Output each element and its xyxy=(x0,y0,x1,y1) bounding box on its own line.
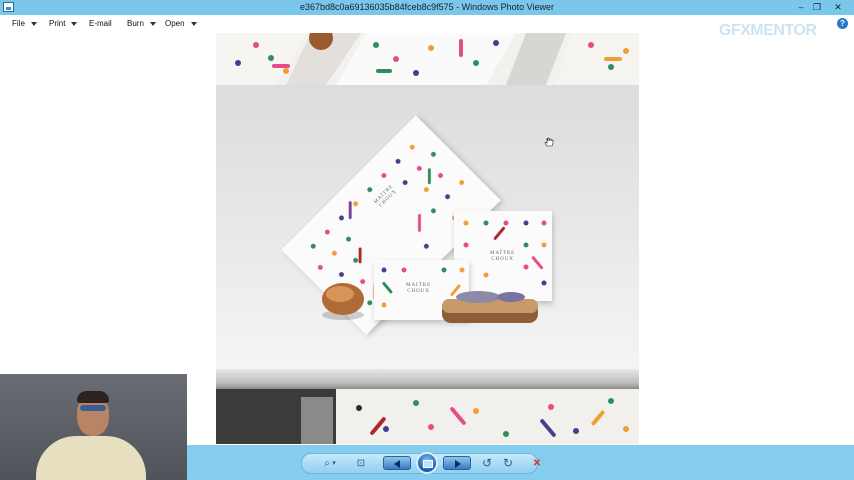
chevron-down-icon xyxy=(30,21,37,26)
top-box-pattern xyxy=(216,33,639,85)
zoom-dropdown-chevron-icon[interactable]: ▾ xyxy=(330,455,338,472)
presenter-webcam-overlay xyxy=(0,374,187,480)
bottom-box-pattern xyxy=(336,389,639,444)
close-button[interactable]: ✕ xyxy=(829,0,847,14)
menu-open-label: Open xyxy=(165,19,185,28)
rotate-clockwise-icon[interactable]: ↻ xyxy=(499,455,517,472)
chevron-down-icon xyxy=(71,21,78,26)
menu-burn[interactable]: Burn xyxy=(127,19,156,28)
gfxmentor-watermark: GFXMENTOR xyxy=(719,22,817,39)
photo-bottom-pattern xyxy=(216,389,639,444)
bottom-toolbar: ⌕ ▾ ⊡ ↺ ↻ ✕ xyxy=(187,445,854,480)
photo-top-pattern xyxy=(216,33,639,85)
packaging-illustration xyxy=(281,115,552,335)
photo-shelf-edge xyxy=(216,369,639,389)
help-icon[interactable]: ? xyxy=(837,18,848,29)
chevron-down-icon xyxy=(190,21,197,26)
window-title: e367bd8c0a69136035b84fceb8c9f575 - Windo… xyxy=(299,2,555,12)
box-label-right: MAÎTRE CHOUX xyxy=(490,251,516,262)
restore-button[interactable]: ❐ xyxy=(808,0,826,14)
presenter-hair xyxy=(77,391,109,403)
slideshow-button[interactable] xyxy=(416,452,438,474)
title-bar: e367bd8c0a69136035b84fceb8c9f575 - Windo… xyxy=(0,0,854,15)
menu-burn-label: Burn xyxy=(127,19,144,28)
menu-email[interactable]: E-mail xyxy=(89,19,112,28)
menu-print-label: Print xyxy=(49,19,66,28)
displayed-photo[interactable]: MAÎTRE CHOUX MAÎTRE CHOUX MAITRE CHOUX xyxy=(216,33,639,444)
photo-main-scene xyxy=(216,85,639,369)
chevron-down-icon xyxy=(149,21,156,26)
menu-open[interactable]: Open xyxy=(165,19,197,28)
box-label-front: MAITRE CHOUX xyxy=(406,283,432,294)
previous-image-button[interactable] xyxy=(383,456,411,470)
menu-file-label: File xyxy=(12,19,25,28)
menu-file[interactable]: File xyxy=(12,19,37,28)
presenter-glasses xyxy=(80,405,106,411)
photo-viewer-window: e367bd8c0a69136035b84fceb8c9f575 - Windo… xyxy=(0,0,854,480)
next-image-button[interactable] xyxy=(443,456,471,470)
rotate-counterclockwise-icon[interactable]: ↺ xyxy=(478,455,496,472)
menu-email-label: E-mail xyxy=(89,19,112,28)
delete-icon[interactable]: ✕ xyxy=(528,455,546,472)
menu-print[interactable]: Print xyxy=(49,19,78,28)
hand-cursor-icon xyxy=(544,137,554,147)
actual-size-icon[interactable]: ⊡ xyxy=(352,455,370,472)
